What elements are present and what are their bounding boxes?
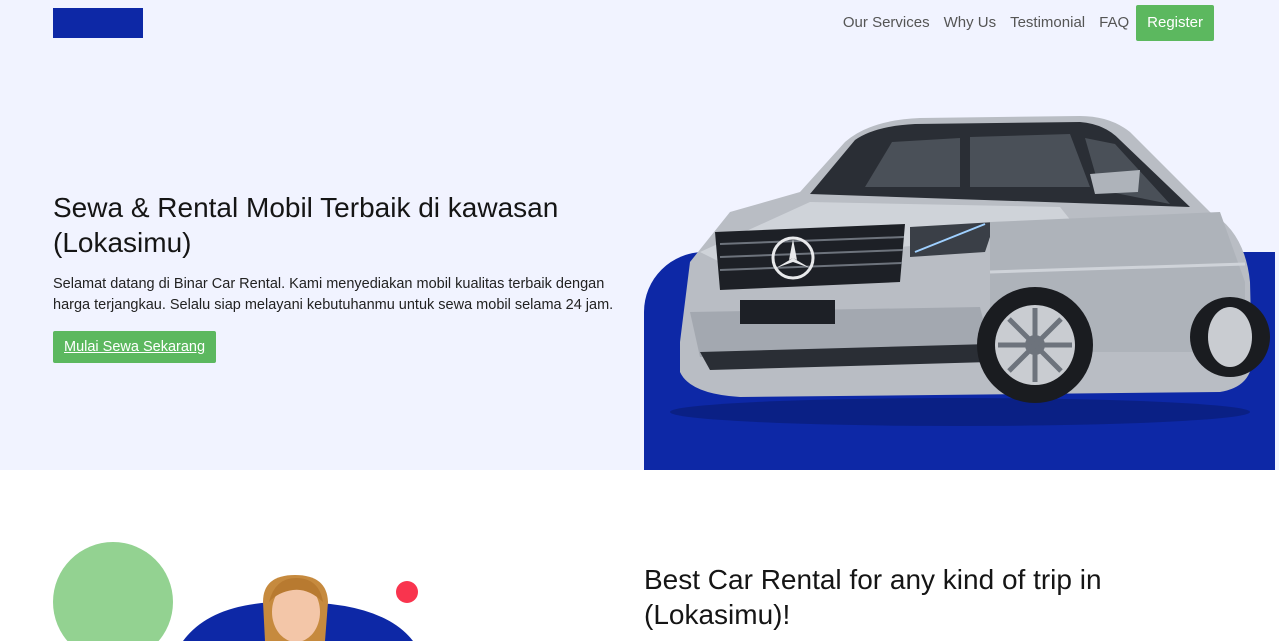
hero-description: Selamat datang di Binar Car Rental. Kami… — [53, 276, 614, 313]
start-rental-button[interactable]: Mulai Sewa Sekarang — [53, 331, 217, 363]
nav-link-faq[interactable]: FAQ — [1099, 5, 1129, 41]
nav-link-testimonial[interactable]: Testimonial — [1010, 5, 1085, 41]
register-button[interactable]: Register — [1136, 5, 1214, 41]
customer-service-agent-image — [53, 542, 418, 641]
nav-link-our-services[interactable]: Our Services — [843, 5, 930, 41]
hero-section: Our Services Why Us Testimonial FAQ Regi… — [0, 0, 1279, 470]
logo[interactable] — [53, 8, 143, 38]
car-image — [670, 116, 1270, 426]
section-title-best-car-rental: Best Car Rental for any kind of trip in … — [644, 564, 1102, 630]
nav-link-why-us[interactable]: Why Us — [944, 5, 997, 41]
hero-title: Sewa & Rental Mobil Terbaik di kawasan (… — [53, 192, 559, 258]
top-navbar: Our Services Why Us Testimonial FAQ Regi… — [829, 5, 1214, 41]
